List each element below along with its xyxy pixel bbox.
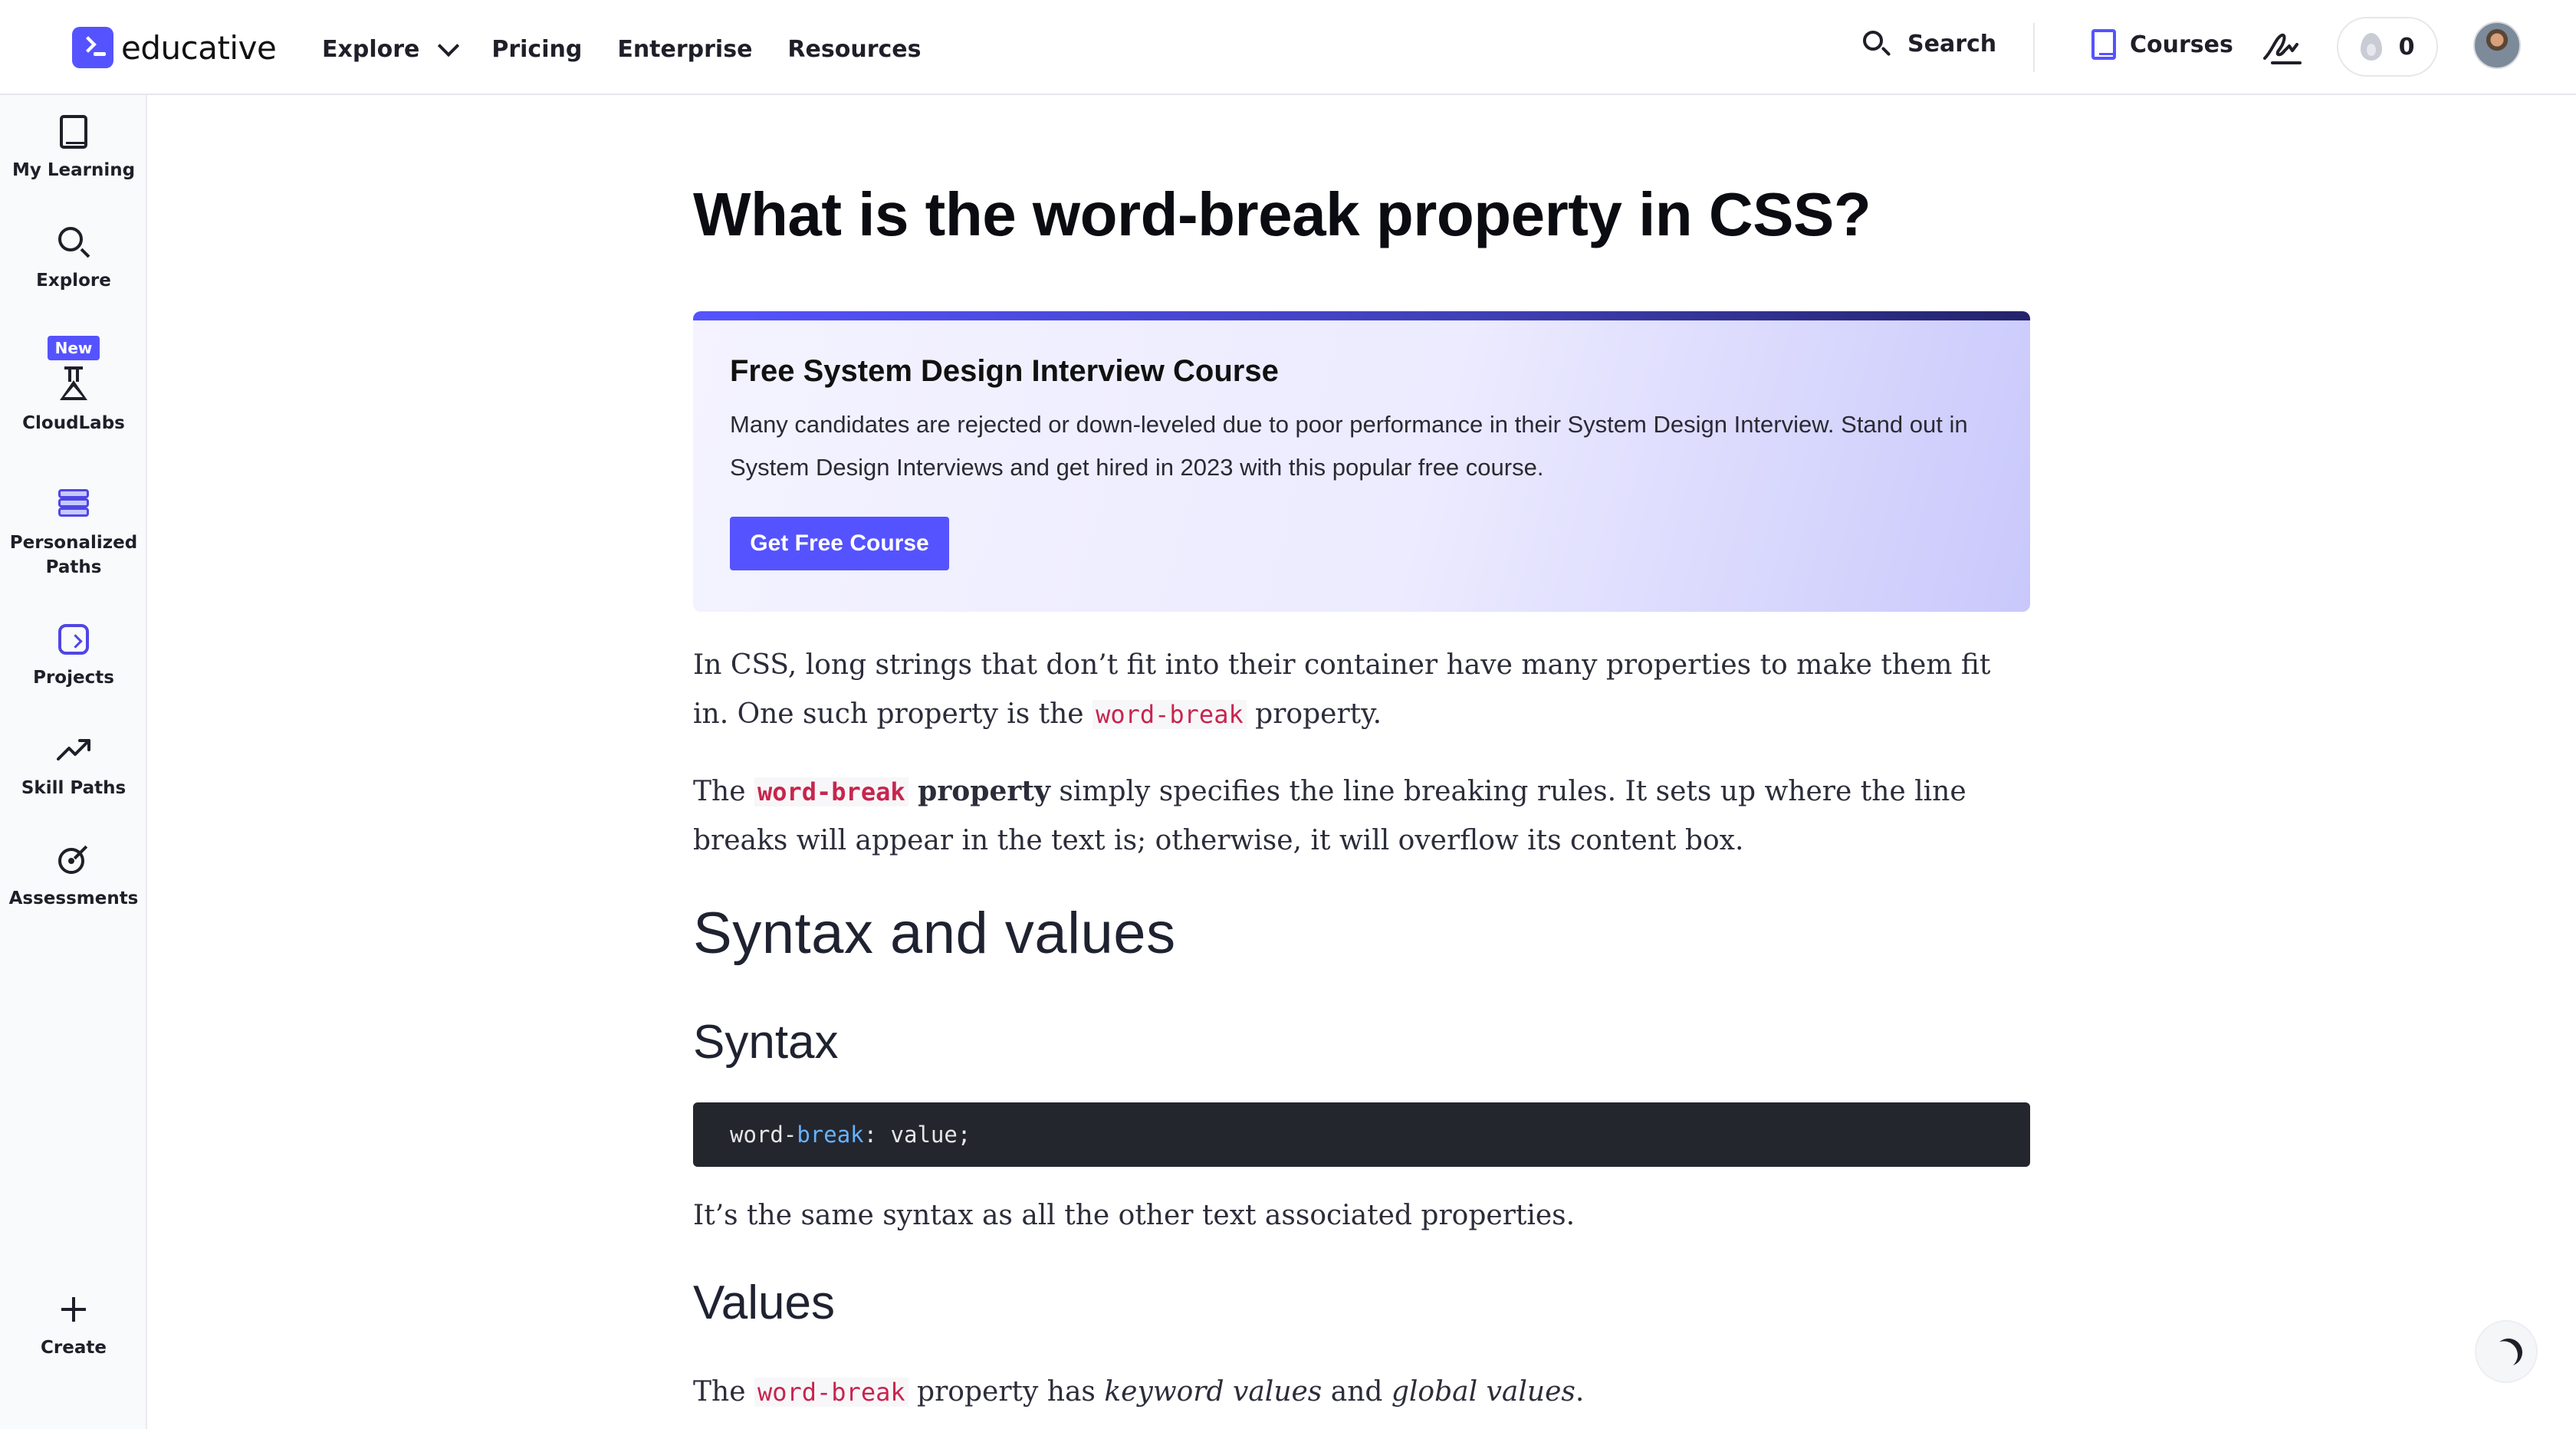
sidebar-item-label: Skill Paths bbox=[21, 778, 127, 798]
user-avatar[interactable] bbox=[2473, 21, 2521, 69]
italic-text: global values bbox=[1391, 1376, 1576, 1408]
nav-explore-label: Explore bbox=[322, 35, 420, 63]
get-free-course-button[interactable]: Get Free Course bbox=[730, 517, 949, 570]
sidebar-item-label: Personalized Paths bbox=[9, 533, 138, 577]
intro-paragraph: In CSS, long strings that don’t fit into… bbox=[693, 641, 2030, 739]
nav-divider bbox=[2033, 23, 2035, 72]
sidebar: My Learning Explore New CloudLabs Person… bbox=[0, 95, 147, 1429]
educative-logo[interactable]: educative bbox=[72, 26, 277, 69]
create-label: Create bbox=[41, 1338, 107, 1358]
sidebar-item-label: Assessments bbox=[8, 889, 139, 908]
text: property has bbox=[908, 1376, 1105, 1408]
heading-syntax-and-values: Syntax and values bbox=[693, 901, 1176, 966]
search-icon bbox=[1861, 29, 1891, 58]
courses-button[interactable]: Courses bbox=[2091, 29, 2233, 60]
code-keyword: break bbox=[797, 1122, 864, 1148]
text: The bbox=[693, 776, 754, 807]
text: The bbox=[693, 1376, 754, 1408]
definition-paragraph: The word-break property simply specifies… bbox=[693, 767, 2030, 866]
text: and bbox=[1322, 1376, 1392, 1408]
sidebar-item-label: My Learning bbox=[12, 160, 136, 180]
syntax-note: It’s the same syntax as all the other te… bbox=[693, 1200, 1576, 1231]
create-button[interactable]: Create bbox=[0, 1291, 147, 1360]
text: property. bbox=[1246, 698, 1382, 730]
sidebar-item-cloudlabs[interactable]: New CloudLabs bbox=[0, 336, 147, 435]
search-label: Search bbox=[1907, 30, 1997, 57]
promo-banner: Free System Design Interview Course Many… bbox=[693, 311, 2030, 612]
text: . bbox=[1575, 1376, 1585, 1408]
search-icon bbox=[55, 224, 92, 261]
nav-explore[interactable]: Explore bbox=[322, 34, 460, 63]
inline-code: word-break bbox=[754, 777, 909, 806]
sidebar-item-my-learning[interactable]: My Learning bbox=[0, 113, 147, 182]
code-text: : value; bbox=[863, 1122, 971, 1148]
code-text: word- bbox=[730, 1122, 797, 1148]
streak-count: 0 bbox=[2398, 33, 2415, 61]
values-paragraph: The word-break property has keyword valu… bbox=[693, 1368, 2030, 1417]
top-navigation: educative Explore Pricing Enterprise Res… bbox=[0, 0, 2576, 95]
search-button[interactable]: Search bbox=[1861, 29, 1996, 58]
book-icon bbox=[2091, 29, 2116, 60]
target-icon bbox=[55, 842, 92, 879]
sidebar-item-explore[interactable]: Explore bbox=[0, 224, 147, 293]
courses-label: Courses bbox=[2130, 31, 2233, 58]
sidebar-item-label: Explore bbox=[36, 271, 111, 291]
sidebar-item-label: CloudLabs bbox=[22, 413, 125, 433]
inline-code: word-break bbox=[1092, 700, 1247, 729]
moon-icon bbox=[2489, 1333, 2527, 1371]
bold-text: property bbox=[908, 775, 1050, 807]
nav-pricing[interactable]: Pricing bbox=[491, 36, 582, 63]
chevron-down-icon bbox=[438, 34, 460, 57]
promo-description: Many candidates are rejected or down-lev… bbox=[730, 411, 1968, 481]
sidebar-item-label: Projects bbox=[33, 668, 114, 688]
signature-icon[interactable] bbox=[2262, 28, 2305, 66]
new-badge: New bbox=[47, 336, 100, 360]
sidebar-item-projects[interactable]: Projects bbox=[0, 621, 147, 690]
nav-enterprise[interactable]: Enterprise bbox=[617, 36, 752, 63]
primary-nav: Explore Pricing Enterprise Resources bbox=[322, 31, 956, 67]
sidebar-item-personalized-paths[interactable]: Personalized Paths bbox=[0, 486, 147, 580]
inline-code: word-break bbox=[754, 1378, 909, 1407]
nav-resources[interactable]: Resources bbox=[787, 36, 921, 63]
logo-icon bbox=[72, 27, 113, 68]
page-title: What is the word-break property in CSS? bbox=[693, 180, 1871, 248]
logo-text: educative bbox=[121, 28, 277, 67]
plus-icon bbox=[55, 1291, 92, 1328]
trending-up-icon bbox=[55, 731, 92, 768]
flame-icon bbox=[2360, 33, 2382, 61]
puzzle-icon bbox=[55, 621, 92, 658]
streak-counter[interactable]: 0 bbox=[2337, 17, 2438, 77]
flask-icon bbox=[55, 366, 92, 403]
italic-text: keyword values bbox=[1104, 1376, 1322, 1408]
code-block[interactable]: word-break: value; bbox=[693, 1102, 2030, 1167]
heading-values: Values bbox=[693, 1276, 835, 1329]
promo-title: Free System Design Interview Course bbox=[730, 354, 1279, 388]
layers-icon bbox=[55, 486, 92, 523]
heading-syntax: Syntax bbox=[693, 1016, 839, 1069]
dark-mode-toggle[interactable] bbox=[2475, 1320, 2538, 1383]
sidebar-item-skill-paths[interactable]: Skill Paths bbox=[0, 731, 147, 800]
book-icon bbox=[55, 113, 92, 150]
sidebar-item-assessments[interactable]: Assessments bbox=[0, 842, 147, 911]
